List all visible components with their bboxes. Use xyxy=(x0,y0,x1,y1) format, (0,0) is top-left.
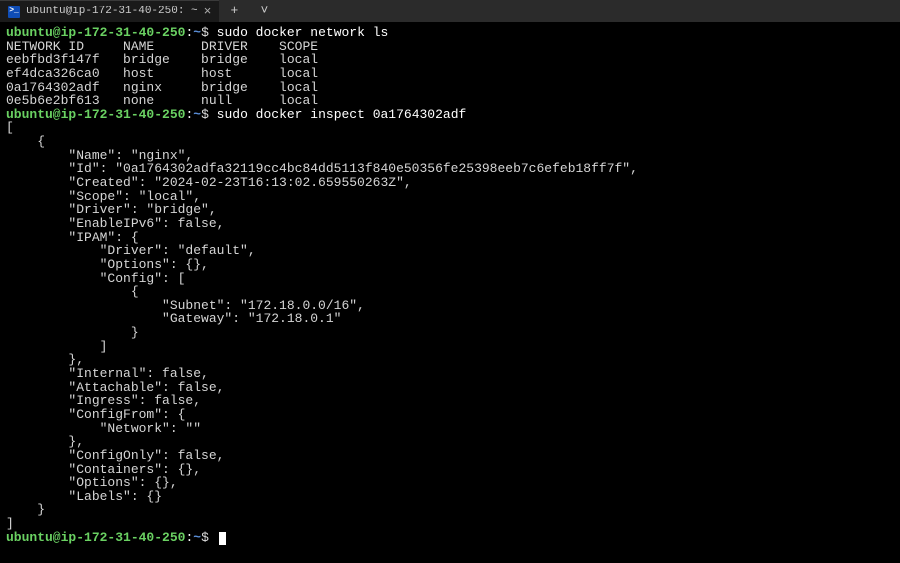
output-line: ] xyxy=(6,517,894,531)
prompt-line: ubuntu@ip-172-31-40-250:~$ sudo docker n… xyxy=(6,26,894,40)
output-line: "EnableIPv6": false, xyxy=(6,217,894,231)
output-line: ef4dca326ca0 host host local xyxy=(6,67,894,81)
prompt-line: ubuntu@ip-172-31-40-250:~$ xyxy=(6,531,894,545)
output-line: "Driver": "default", xyxy=(6,244,894,258)
new-tab-button[interactable]: + xyxy=(219,0,249,22)
close-icon[interactable]: × xyxy=(204,5,212,19)
output-line: } xyxy=(6,503,894,517)
output-line: [ xyxy=(6,121,894,135)
command-text: sudo docker inspect 0a1764302adf xyxy=(217,107,467,122)
prompt-symbol: $ xyxy=(201,25,217,40)
prompt-user-host: ubuntu@ip-172-31-40-250 xyxy=(6,530,185,545)
output-line: }, xyxy=(6,435,894,449)
output-line: { xyxy=(6,135,894,149)
tab-title: ubuntu@ip-172-31-40-250: ~ xyxy=(26,6,198,18)
output-line: "Attachable": false, xyxy=(6,381,894,395)
output-line: "Created": "2024-02-23T16:13:02.65955026… xyxy=(6,176,894,190)
output-line: "Subnet": "172.18.0.0/16", xyxy=(6,299,894,313)
output-line: "Config": [ xyxy=(6,272,894,286)
output-line: "Options": {}, xyxy=(6,476,894,490)
output-line: "Id": "0a1764302adfa32119cc4bc84dd5113f8… xyxy=(6,162,894,176)
output-line: eebfbd3f147f bridge bridge local xyxy=(6,53,894,67)
powershell-icon: >_ xyxy=(8,6,20,18)
output-line: "Gateway": "172.18.0.1" xyxy=(6,312,894,326)
prompt-line: ubuntu@ip-172-31-40-250:~$ sudo docker i… xyxy=(6,108,894,122)
terminal-output[interactable]: ubuntu@ip-172-31-40-250:~$ sudo docker n… xyxy=(0,22,900,563)
output-line: "IPAM": { xyxy=(6,231,894,245)
output-line: "Options": {}, xyxy=(6,258,894,272)
terminal-tab[interactable]: >_ ubuntu@ip-172-31-40-250: ~ × xyxy=(0,0,219,22)
prompt-path: ~ xyxy=(193,25,201,40)
output-line: "Name": "nginx", xyxy=(6,149,894,163)
prompt-path: ~ xyxy=(193,107,201,122)
output-line: "ConfigFrom": { xyxy=(6,408,894,422)
command-text: sudo docker network ls xyxy=(217,25,389,40)
output-line: "Driver": "bridge", xyxy=(6,203,894,217)
output-line: }, xyxy=(6,353,894,367)
output-line: { xyxy=(6,285,894,299)
output-line: ] xyxy=(6,340,894,354)
output-line: "Labels": {} xyxy=(6,490,894,504)
output-line: "Ingress": false, xyxy=(6,394,894,408)
cursor xyxy=(219,532,226,545)
output-line: "Internal": false, xyxy=(6,367,894,381)
tab-dropdown-button[interactable]: ˅ xyxy=(249,0,279,22)
output-line: 0a1764302adf nginx bridge local xyxy=(6,81,894,95)
prompt-symbol: $ xyxy=(201,107,217,122)
titlebar: >_ ubuntu@ip-172-31-40-250: ~ × + ˅ xyxy=(0,0,900,22)
prompt-user-host: ubuntu@ip-172-31-40-250 xyxy=(6,25,185,40)
output-line: } xyxy=(6,326,894,340)
output-line: 0e5b6e2bf613 none null local xyxy=(6,94,894,108)
prompt-path: ~ xyxy=(193,530,201,545)
output-line: "Containers": {}, xyxy=(6,463,894,477)
prompt-symbol: $ xyxy=(201,530,217,545)
output-line: "Scope": "local", xyxy=(6,190,894,204)
output-line: "ConfigOnly": false, xyxy=(6,449,894,463)
output-line: NETWORK ID NAME DRIVER SCOPE xyxy=(6,40,894,54)
output-line: "Network": "" xyxy=(6,422,894,436)
prompt-user-host: ubuntu@ip-172-31-40-250 xyxy=(6,107,185,122)
